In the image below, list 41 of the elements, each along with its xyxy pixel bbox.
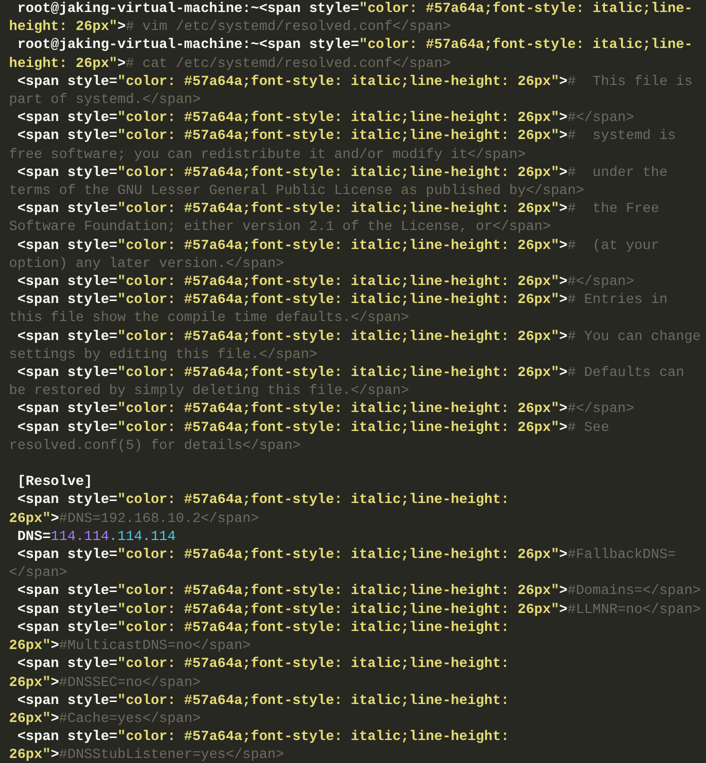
code-line: <span style="color: #57a64a;font-style: italic;line-height: 26px"># under the [16,164,668,182]
code-line: 26px">#DNSSEC=no</span> [9,674,201,692]
code-line: root@jaking-virtual-machine:~<span style="color: #57a64a;font-style: italic;line- [16,36,693,55]
code-line: DNS=114.114.114.114 [16,528,176,546]
code-line: <span style="color: #57a64a;font-style: italic;line-height: 26px">#</span> [16,400,634,419]
code-line: part of systemd.</span> [9,91,201,110]
code-line: [Resolve] [16,473,92,492]
code-line: <span style="color: #57a64a;font-style: italic;line-height: 26px"># See [16,418,610,437]
code-line: <span style="color: #57a64a;font-style: italic;line-height: 26px">#</span> [16,273,634,292]
code-line: <span style="color: #57a64a;font-style: italic;line-height: [16,491,510,510]
code-line: <span style="color: #57a64a;font-style: italic;line-height: 26px"># Defaults can [16,364,684,382]
code-line: 26px">#Cache=yes</span> [9,710,201,728]
code-line: free software; you can redistribute it and/or modify it</span> [9,146,526,164]
code-line: <span style="color: #57a64a;font-style: italic;line-height: 26px"># This file is [16,72,693,92]
code-line: <span style="color: #57a64a;font-style: italic;line-height: [16,618,510,638]
code-line: settings by editing this file.</span> [9,346,318,364]
code-line: <span style="color: #57a64a;font-style: italic;line-height: 26px"># (at your [16,236,660,255]
code-line: Software Foundation; either version 2.1 of the License, or</span> [9,218,551,237]
code-line: height: 26px"># cat /etc/systemd/resolved.conf</span> [9,54,451,73]
code-line: be restored by simply deleting this file.</span> [9,382,410,400]
code-line: <span style="color: #57a64a;font-style: italic;line-height: 26px">#Domains=</span> [16,582,701,601]
code-line: resolved.conf(5) for details</span> [9,436,301,456]
code-line: <span style="color: #57a64a;font-style: italic;line-height: 26px"># the Free [16,200,660,218]
code-line: <span style="color: #57a64a;font-style: italic;line-height: 26px"># You can change [16,328,701,346]
code-line: <span style="color: #57a64a;font-style: italic;line-height: [16,692,510,710]
code-line: <span style="color: #57a64a;font-style: italic;line-height: 26px"># systemd is [16,127,676,146]
code-line: <span style="color: #57a64a;font-style: italic;line-height: [16,728,510,746]
code-line: 26px">#DNS=192.168.10.2</span> [9,510,260,528]
code-line: <span style="color: #57a64a;font-style: italic;line-height: 26px">#FallbackDNS= [16,546,676,564]
code-line: 26px">#MulticastDNS=no</span> [9,637,251,656]
code-line: this file show the compile time defaults.</span> [9,309,410,328]
code-line: <span style="color: #57a64a;font-style: italic;line-height: 26px">#</span> [16,109,634,128]
code-line: </span> [9,564,68,582]
code-line: <span style="color: #57a64a;font-style: italic;line-height: 26px"># Entries in [16,291,668,310]
code-line: height: 26px"># vim /etc/systemd/resolved.conf</span> [9,18,451,36]
code-line: root@jaking-virtual-machine:~<span style="color: #57a64a;font-style: italic;line- [16,0,693,18]
code-line: <span style="color: #57a64a;font-style: italic;line-height: 26px">#LLMNR=no</span> [16,600,701,619]
code-line: 26px">#DNSStubListener=yes</span> [9,746,284,763]
code-line: terms of the GNU Lesser General Public License as published by</span> [9,182,584,200]
code-line: <span style="color: #57a64a;font-style: italic;line-height: [16,655,510,674]
code-line: option) any later version.</span> [9,254,284,274]
